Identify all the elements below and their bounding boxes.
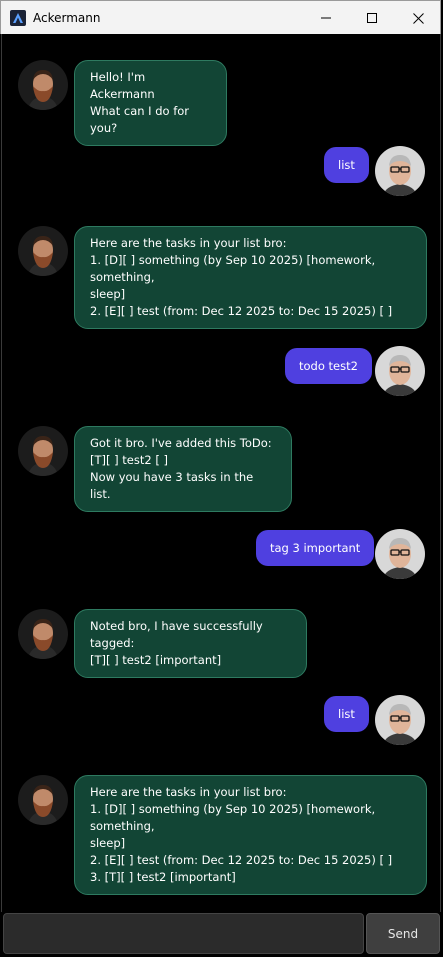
bot-avatar: [18, 426, 68, 476]
app-icon: [10, 9, 26, 26]
bot-message: Noted bro, I have successfully tagged: […: [74, 609, 307, 678]
bot-message: Here are the tasks in your list bro: 1. …: [74, 775, 427, 895]
bot-avatar: [18, 226, 68, 276]
minimize-icon: [321, 17, 331, 19]
bot-avatar: [18, 609, 68, 659]
bot-message: Got it bro. I've added this ToDo: [T][ ]…: [74, 426, 292, 512]
user-avatar: [375, 529, 425, 579]
user-avatar: [375, 346, 425, 396]
bot-message: Here are the tasks in your list bro: 1. …: [74, 226, 427, 329]
user-message: tag 3 important: [256, 530, 375, 566]
message-input[interactable]: [3, 913, 364, 954]
bot-message: Hello! I'm Ackermann What can I do for y…: [74, 60, 227, 146]
bot-avatar: [18, 775, 68, 825]
input-bar: Send: [1, 912, 441, 957]
window-title: Ackermann: [33, 10, 101, 25]
user-message: list: [324, 696, 369, 732]
send-button[interactable]: Send: [366, 913, 440, 954]
user-message: list: [324, 147, 369, 183]
close-icon: [412, 12, 424, 24]
bot-avatar: [18, 60, 68, 110]
user-message: todo test2: [285, 348, 372, 384]
title-bar[interactable]: Ackermann: [0, 0, 441, 34]
maximize-button[interactable]: [349, 1, 395, 35]
close-button[interactable]: [395, 1, 441, 35]
chat-area[interactable]: Hello! I'm Ackermann What can I do for y…: [1, 34, 441, 912]
user-avatar: [375, 146, 425, 196]
minimize-button[interactable]: [303, 1, 349, 35]
user-avatar: [375, 695, 425, 745]
maximize-icon: [367, 13, 377, 23]
